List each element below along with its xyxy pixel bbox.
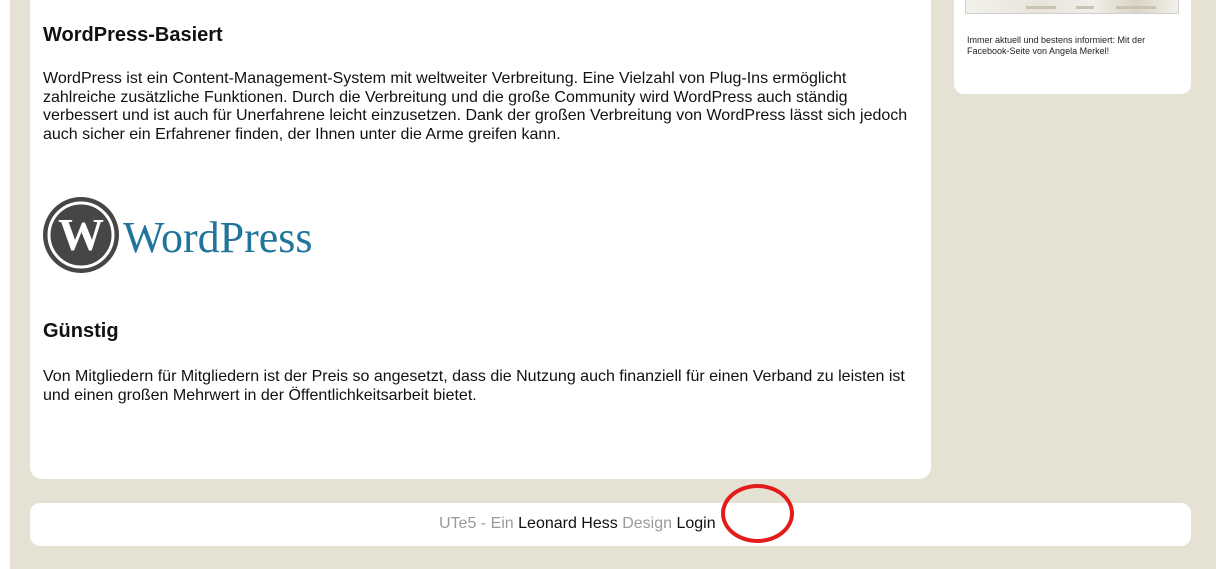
footer-site-name: UTe5 - Ein	[439, 515, 519, 532]
footer-design-label: Design	[617, 515, 677, 532]
section-text-wordpress: WordPress ist ein Content-Management-Sys…	[43, 70, 908, 143]
footer-author-link[interactable]: Leonard Hess	[518, 515, 618, 532]
login-link[interactable]: Login	[676, 515, 715, 532]
section-text-guenstig: Von Mitgliedern für Mitgliedern ist der …	[43, 368, 905, 404]
sidebar-caption: Immer aktuell und bestens informiert: Mi…	[967, 35, 1146, 56]
facebook-image-thumbnail[interactable]	[965, 0, 1179, 14]
wordpress-wordmark: WordPress	[123, 213, 313, 262]
page-left-edge	[0, 0, 10, 569]
wordpress-logo: W WordPress	[43, 197, 313, 273]
svg-text:W: W	[58, 209, 104, 260]
section-heading-wordpress: WordPress-Basiert	[43, 24, 223, 46]
footer-credits: UTe5 - Ein Leonard Hess Design Login	[439, 514, 716, 534]
section-heading-guenstig: Günstig	[43, 320, 119, 342]
